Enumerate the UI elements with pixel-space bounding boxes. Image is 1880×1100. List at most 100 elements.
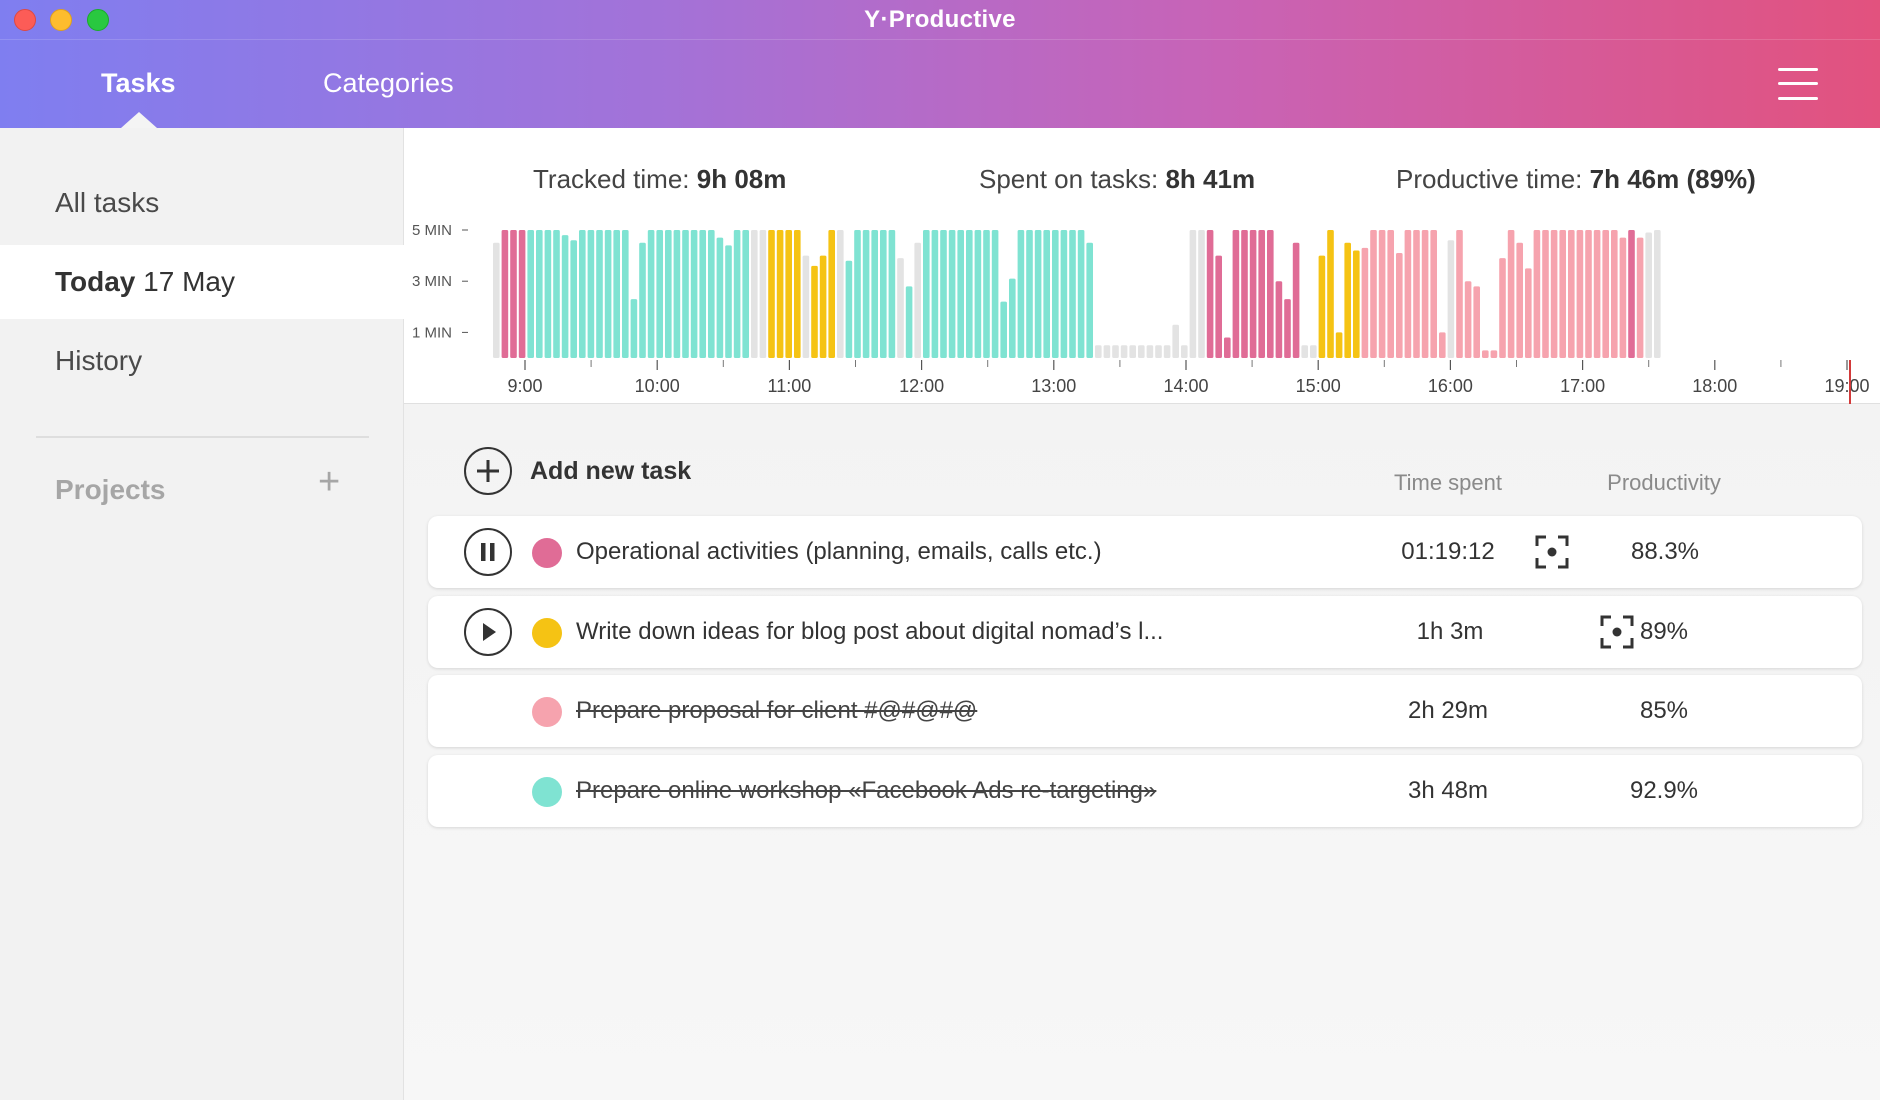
activity-bar xyxy=(1499,258,1506,358)
activity-bar xyxy=(1077,230,1085,358)
activity-bar xyxy=(1052,230,1059,358)
projects-heading: Projects xyxy=(55,474,166,505)
activity-bar xyxy=(1086,242,1093,358)
activity-bar xyxy=(665,230,672,358)
title-bar: Y·Productive xyxy=(0,0,1880,40)
activity-bar xyxy=(553,230,560,358)
task-row[interactable]: Operational activities (planning, emails… xyxy=(428,516,1862,588)
activity-bar xyxy=(510,230,517,358)
column-header-productivity: Productivity xyxy=(1607,470,1721,495)
activity-bar xyxy=(1516,242,1523,358)
task-name[interactable]: Operational activities (planning, emails… xyxy=(576,516,1102,588)
activity-bar xyxy=(1275,281,1283,358)
activity-bar xyxy=(1215,255,1222,358)
activity-bar xyxy=(1636,237,1644,358)
play-task-button[interactable] xyxy=(464,608,512,656)
activity-bar xyxy=(794,230,801,358)
add-new-task-button[interactable]: Add new task xyxy=(464,446,691,496)
hour-label: 14:00 xyxy=(1163,376,1208,396)
task-row[interactable]: Write down ideas for blog post about dig… xyxy=(428,596,1862,668)
add-project-button[interactable]: + xyxy=(318,463,340,501)
activity-bar xyxy=(1439,332,1446,358)
activity-bar xyxy=(751,230,758,358)
activity-bar xyxy=(905,286,913,358)
task-row[interactable]: Prepare online workshop «Facebook Ads re… xyxy=(428,755,1862,827)
activity-bar xyxy=(845,260,853,358)
activity-bar xyxy=(1095,345,1102,358)
task-name[interactable]: Write down ideas for blog post about dig… xyxy=(576,596,1163,668)
activity-bar xyxy=(837,230,844,358)
activity-bar xyxy=(1654,230,1661,358)
activity-bar xyxy=(1542,230,1549,358)
activity-bar xyxy=(1017,230,1025,358)
activity-bar xyxy=(561,235,569,358)
activity-bar xyxy=(1447,240,1455,358)
activity-bar xyxy=(1430,230,1437,358)
task-productivity: 85% xyxy=(1639,697,1689,724)
hour-label: 11:00 xyxy=(768,376,812,396)
activity-bar xyxy=(1069,230,1076,358)
activity-bar xyxy=(1602,230,1609,358)
activity-bar xyxy=(656,230,663,358)
activity-bar xyxy=(647,230,655,358)
task-color-dot xyxy=(532,618,562,648)
hour-label: 12:00 xyxy=(899,376,944,396)
sidebar: All tasks Today 17 May History Projects … xyxy=(0,128,404,1100)
activity-bar xyxy=(544,230,552,358)
hour-label: 13:00 xyxy=(1031,376,1076,396)
activity-bar xyxy=(1258,230,1265,358)
activity-bar xyxy=(1206,230,1214,358)
task-color-dot xyxy=(532,697,562,727)
hour-label: 15:00 xyxy=(1296,376,1341,396)
task-productivity: 89% xyxy=(1639,618,1689,645)
tab-categories[interactable]: Categories xyxy=(323,68,454,99)
activity-bar xyxy=(1232,230,1240,358)
hour-label: 19:00 xyxy=(1824,376,1869,396)
task-time-spent: 2h 29m xyxy=(1407,697,1489,724)
activity-bar xyxy=(613,230,620,358)
activity-bar xyxy=(871,230,878,358)
task-name[interactable]: Prepare online workshop «Facebook Ads re… xyxy=(576,755,1156,827)
activity-bar xyxy=(1421,230,1429,358)
activity-timeline[interactable]: 5 MIN 3 MIN 1 MIN 9:00 10:00 11:00 12:00 13:00 1… xyxy=(404,128,1880,404)
activity-bar xyxy=(1112,345,1119,358)
hour-label: 16:00 xyxy=(1428,376,1473,396)
activity-bar xyxy=(1404,230,1412,358)
pause-task-button[interactable] xyxy=(464,528,512,576)
activity-bar xyxy=(1585,230,1592,358)
activity-bar xyxy=(1490,350,1498,358)
activity-bar xyxy=(1507,230,1515,358)
activity-bar xyxy=(622,230,629,358)
activity-bar xyxy=(811,265,818,358)
activity-bar xyxy=(1533,230,1541,358)
activity-bar xyxy=(604,230,612,358)
activity-bar xyxy=(1344,242,1351,358)
activity-bar xyxy=(536,230,543,358)
task-time-spent: 3h 48m xyxy=(1407,777,1489,804)
activity-bar xyxy=(1138,345,1145,358)
activity-bar xyxy=(1550,230,1558,358)
task-row[interactable]: Prepare proposal for client #@#@#@ 2h 29… xyxy=(428,675,1862,747)
activity-bar xyxy=(1335,332,1343,358)
tab-tasks[interactable]: Tasks xyxy=(101,68,176,99)
activity-bar xyxy=(1378,230,1386,358)
hamburger-menu-icon[interactable] xyxy=(1772,64,1824,104)
sidebar-today-date: 17 May xyxy=(143,266,235,297)
task-color-dot xyxy=(532,777,562,807)
activity-bar xyxy=(1611,230,1618,358)
sidebar-item-today[interactable]: Today 17 May xyxy=(0,245,404,319)
hour-label: 10:00 xyxy=(635,376,680,396)
activity-bar xyxy=(785,230,792,358)
activity-bar xyxy=(880,230,887,358)
task-name[interactable]: Prepare proposal for client #@#@#@ xyxy=(576,675,977,747)
sidebar-item-all-tasks[interactable]: All tasks xyxy=(0,166,404,240)
activity-bar xyxy=(501,230,509,358)
activity-bar xyxy=(527,230,534,358)
activity-bar xyxy=(1000,301,1007,358)
sidebar-item-history[interactable]: History xyxy=(0,324,404,398)
activity-bar xyxy=(1456,230,1463,358)
task-time-spent: 1h 3m xyxy=(1416,618,1484,645)
activity-bar xyxy=(742,230,749,358)
activity-bar xyxy=(1129,345,1136,358)
activity-bar xyxy=(1310,345,1317,358)
